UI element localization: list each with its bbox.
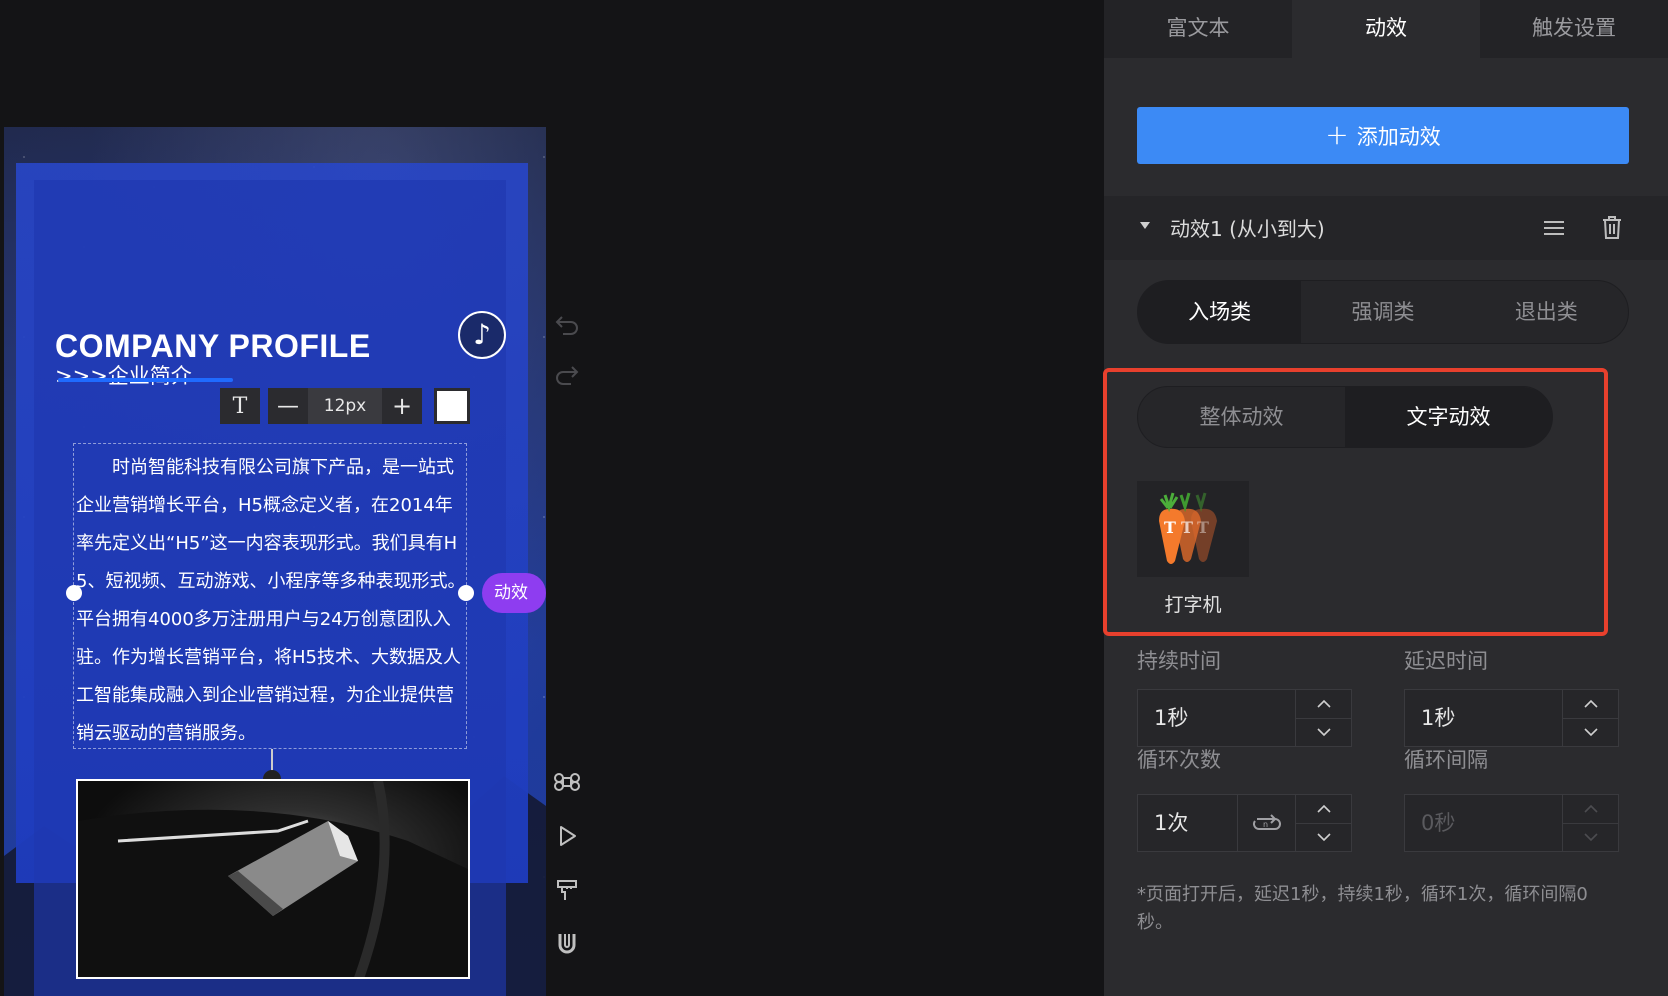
- duration-stepper-buttons: [1295, 690, 1351, 746]
- loop-count-stepper-buttons: [1295, 795, 1351, 851]
- product-image-art: [78, 781, 468, 977]
- animation-item-title: 动效1 (从小到大): [1170, 217, 1325, 241]
- animation-category-tabs: 入场类 强调类 退出类: [1137, 280, 1629, 344]
- font-style-button[interactable]: T: [220, 388, 260, 424]
- resize-handle-left[interactable]: [66, 585, 82, 601]
- loop-interval-input[interactable]: 0秒: [1405, 795, 1562, 851]
- page-subtitle[interactable]: >>>企业简介: [55, 360, 192, 390]
- loop-interval-label: 循环间隔: [1404, 748, 1488, 772]
- chevron-up-icon[interactable]: [1563, 690, 1618, 718]
- selected-text-box[interactable]: 时尚智能科技有限公司旗下产品，是一站式企业营销增长平台，H5概念定义者，在201…: [73, 443, 467, 749]
- loop-count-label: 循环次数: [1137, 748, 1221, 772]
- trash-icon[interactable]: [1600, 214, 1624, 240]
- decrease-font-button[interactable]: —: [268, 388, 308, 424]
- font-size-value[interactable]: 12px: [308, 388, 382, 424]
- text-color-button[interactable]: [434, 388, 470, 424]
- add-animation-label: 添加动效: [1356, 124, 1441, 149]
- increase-font-button[interactable]: +: [382, 388, 422, 424]
- magnet-icon[interactable]: [553, 930, 581, 958]
- color-swatch: [437, 391, 467, 421]
- duration-stepper[interactable]: 1秒: [1137, 689, 1352, 747]
- redo-icon[interactable]: [553, 361, 581, 389]
- drag-menu-icon[interactable]: [1542, 216, 1566, 240]
- infinite-loop-icon[interactable]: n: [1237, 795, 1295, 851]
- delay-stepper[interactable]: 1秒: [1404, 689, 1619, 747]
- format-painter-icon[interactable]: [553, 876, 581, 904]
- editor-root: COMPANY PROFILE >>>企业简介 ♪ T — 12px + 时尚智…: [0, 0, 1668, 996]
- animation-summary-note: *页面打开后，延迟1秒，持续1秒，循环1次，循环间隔0秒。: [1137, 884, 1588, 933]
- undo-icon[interactable]: [553, 311, 581, 339]
- highlight-annotation-box: [1103, 368, 1608, 636]
- duration-label: 持续时间: [1137, 649, 1221, 673]
- delay-stepper-buttons: [1562, 690, 1618, 746]
- chevron-down-icon[interactable]: [1296, 717, 1351, 747]
- chevron-down-icon[interactable]: [1563, 822, 1618, 852]
- chevron-down-icon[interactable]: [1563, 717, 1618, 747]
- animation-item-header[interactable]: 动效1 (从小到大): [1104, 196, 1668, 260]
- chevron-up-icon[interactable]: [1563, 795, 1618, 823]
- plus-icon: +: [1325, 117, 1349, 151]
- collapse-caret-icon[interactable]: [1140, 222, 1150, 229]
- body-text: 时尚智能科技有限公司旗下产品，是一站式企业营销增长平台，H5概念定义者，在201…: [76, 457, 466, 744]
- text-format-toolbar: T — 12px +: [220, 388, 470, 424]
- tab-rich-text[interactable]: 富文本: [1104, 0, 1292, 58]
- loop-interval-stepper[interactable]: 0秒: [1404, 794, 1619, 852]
- svg-text:n: n: [1263, 820, 1268, 829]
- chevron-up-icon[interactable]: [1296, 690, 1351, 718]
- tab-animation[interactable]: 动效: [1292, 0, 1480, 58]
- tab-entrance[interactable]: 入场类: [1138, 281, 1302, 343]
- subtitle-underline: [58, 378, 233, 382]
- loop-count-input[interactable]: 1次: [1138, 795, 1237, 851]
- delay-label: 延迟时间: [1404, 649, 1488, 673]
- add-animation-button[interactable]: + 添加动效: [1137, 107, 1629, 164]
- resize-handle-right[interactable]: [458, 585, 474, 601]
- product-image[interactable]: [76, 779, 470, 979]
- play-icon[interactable]: [553, 822, 581, 850]
- canvas-area: COMPANY PROFILE >>>企业简介 ♪ T — 12px + 时尚智…: [0, 0, 1113, 996]
- tab-emphasis[interactable]: 强调类: [1301, 281, 1464, 343]
- delay-input[interactable]: 1秒: [1405, 690, 1562, 746]
- tab-exit[interactable]: 退出类: [1465, 281, 1628, 343]
- loop-interval-stepper-buttons: [1562, 795, 1618, 851]
- panel-tabs: 富文本 动效 触发设置: [1104, 0, 1668, 58]
- duration-input[interactable]: 1秒: [1138, 690, 1295, 746]
- chevron-up-icon[interactable]: [1296, 795, 1351, 823]
- chevron-down-icon[interactable]: [1296, 822, 1351, 852]
- loop-count-stepper[interactable]: 1次 n: [1137, 794, 1352, 852]
- tab-trigger-settings[interactable]: 触发设置: [1480, 0, 1668, 58]
- animation-badge[interactable]: 动效: [482, 573, 546, 613]
- music-note-icon[interactable]: ♪: [458, 311, 506, 359]
- command-icon[interactable]: [553, 768, 581, 796]
